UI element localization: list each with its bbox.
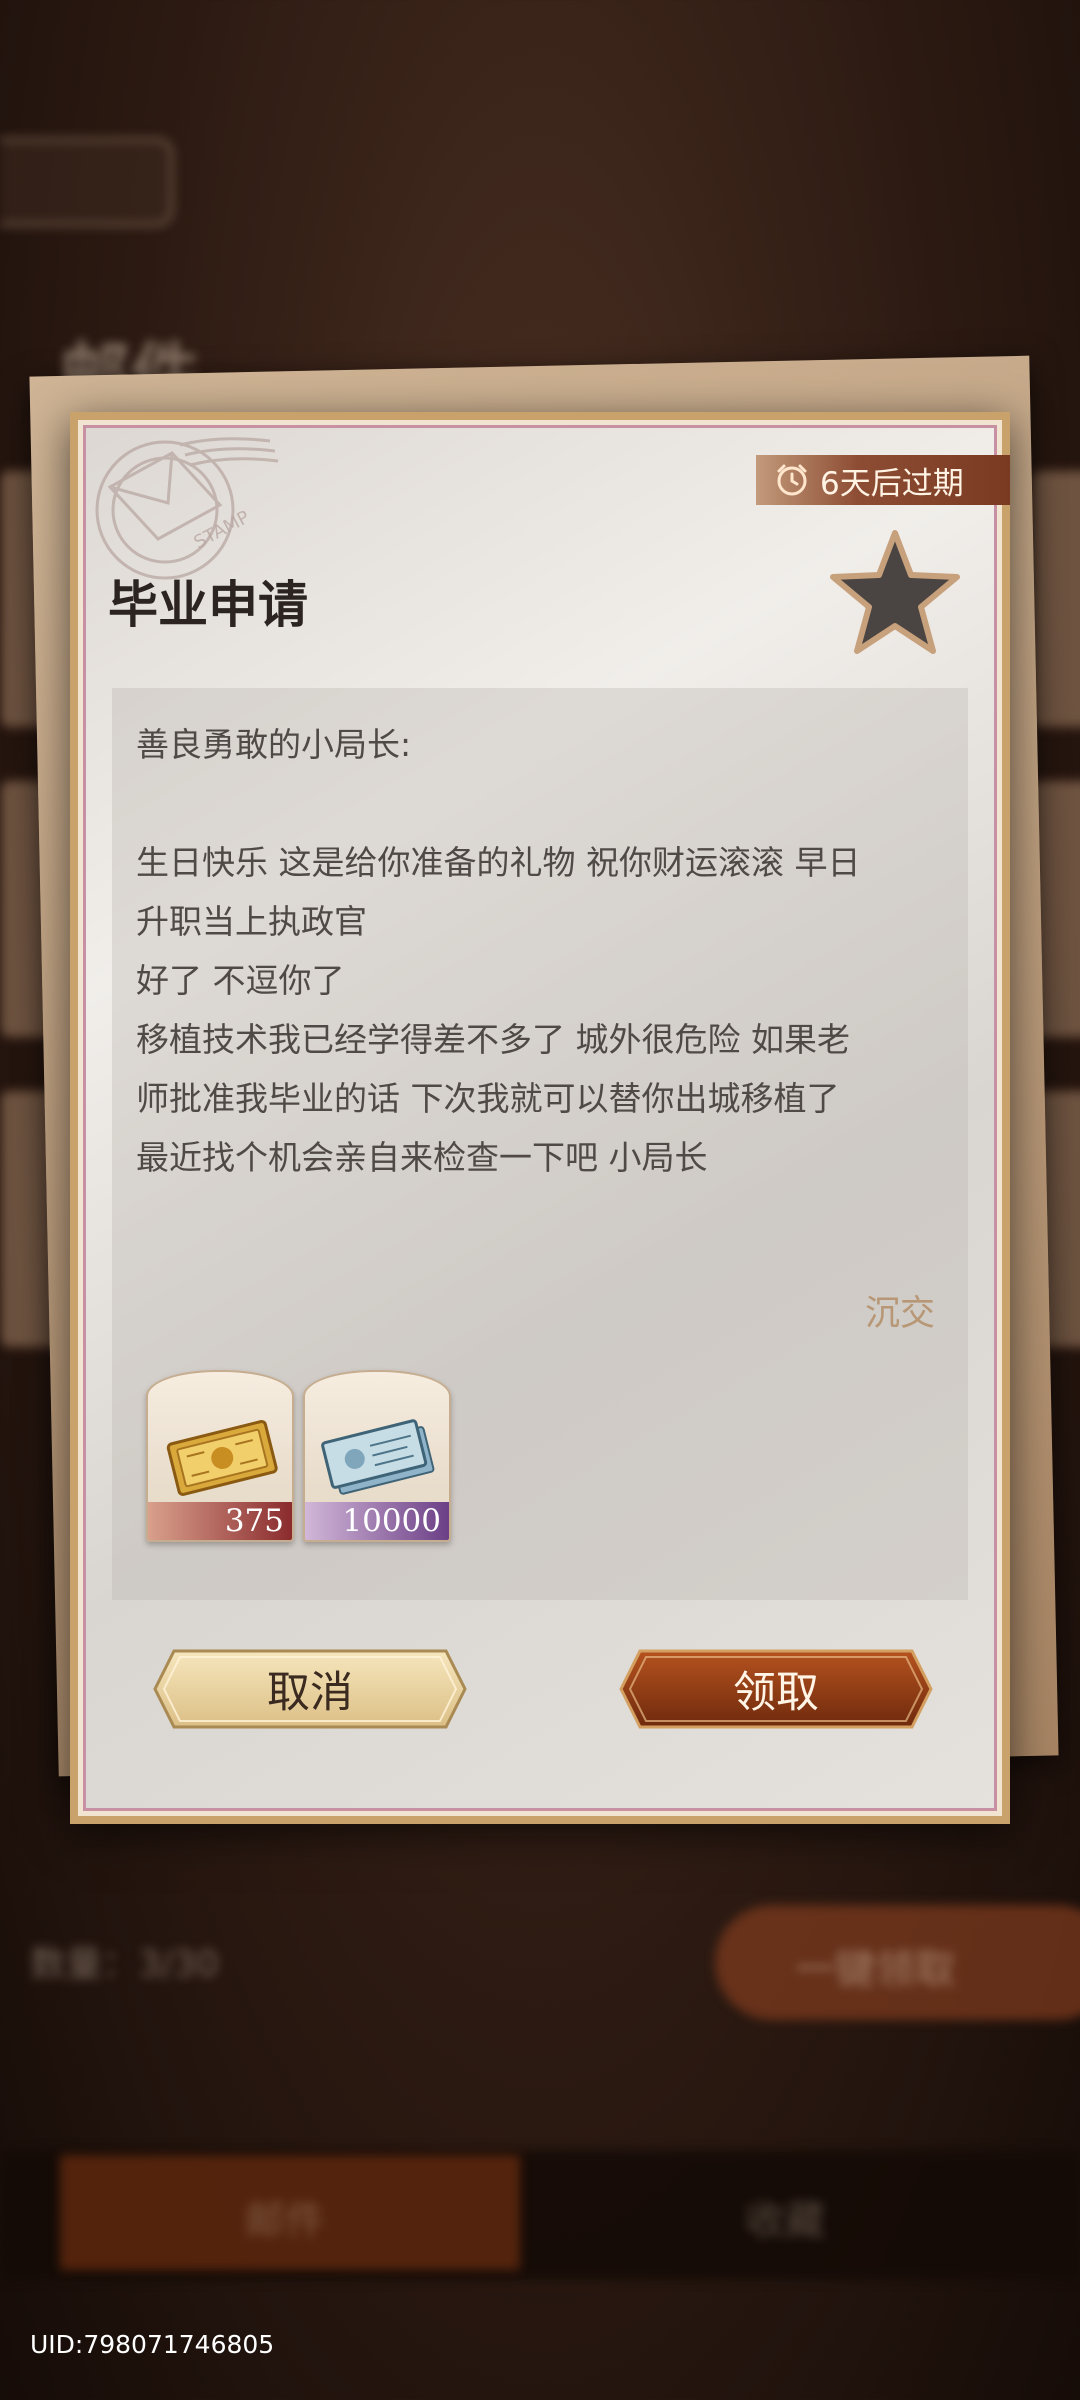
reward-amount: 375 bbox=[148, 1502, 292, 1540]
claim-button-label: 领取 bbox=[733, 1668, 819, 1718]
gold-ticket-icon bbox=[166, 1419, 278, 1496]
expire-badge: 6天后过期 bbox=[756, 455, 1010, 505]
reward-item-banknote[interactable]: 10000 bbox=[303, 1370, 451, 1542]
mail-title: 毕业申请 bbox=[108, 575, 308, 634]
reward-amount: 10000 bbox=[305, 1502, 449, 1540]
reward-item-gold-ticket[interactable]: 375 bbox=[146, 1370, 294, 1542]
alarm-clock-icon bbox=[777, 464, 807, 496]
background-back-tag bbox=[0, 138, 173, 226]
expire-text: 6天后过期 bbox=[820, 465, 964, 502]
background-mail-count: 数量：3/30 bbox=[30, 1944, 219, 1985]
claim-button[interactable]: 领取 bbox=[618, 1648, 934, 1730]
mail-body: 善良勇敢的小局长: 生日快乐 这是给你准备的礼物 祝你财运滚滚 早日 升职当上执… bbox=[136, 715, 936, 1187]
mail-body-line: 移植技术我已经学得差不多了 城外很危险 如果老 bbox=[136, 1020, 850, 1059]
favorite-star-icon[interactable] bbox=[827, 527, 963, 659]
mail-greeting: 善良勇敢的小局长: bbox=[136, 725, 412, 764]
background-tab-mail-label: 邮件 bbox=[245, 2198, 325, 2244]
mail-body-line: 升职当上执政官 bbox=[136, 902, 367, 941]
background-tab-mail: 邮件 bbox=[60, 2155, 520, 2270]
background-mail-card bbox=[1030, 470, 1080, 728]
background-one-key-claim-button: 一键领取 bbox=[715, 1905, 1080, 2020]
mail-body-line: 好了 不逗你了 bbox=[136, 961, 345, 1000]
mail-body-line: 生日快乐 这是给你准备的礼物 祝你财运滚滚 早日 bbox=[136, 843, 861, 882]
uid-label: UID:798071746805 bbox=[30, 2330, 275, 2359]
mail-signature: 沉交 bbox=[864, 1294, 935, 1334]
banknote-icon bbox=[321, 1419, 435, 1495]
cancel-button[interactable]: 取消 bbox=[152, 1648, 468, 1730]
background-tab-favorites: 收藏 bbox=[745, 2188, 825, 2246]
cancel-button-label: 取消 bbox=[267, 1668, 353, 1718]
background-one-key-label: 一键领取 bbox=[795, 1947, 955, 1993]
mail-body-line: 最近找个机会亲自来检查一下吧 小局长 bbox=[136, 1138, 708, 1177]
background-tab-favorites-label: 收藏 bbox=[745, 2198, 825, 2244]
mail-body-line: 师批准我毕业的话 下次我就可以替你出城移植了 bbox=[136, 1079, 840, 1118]
